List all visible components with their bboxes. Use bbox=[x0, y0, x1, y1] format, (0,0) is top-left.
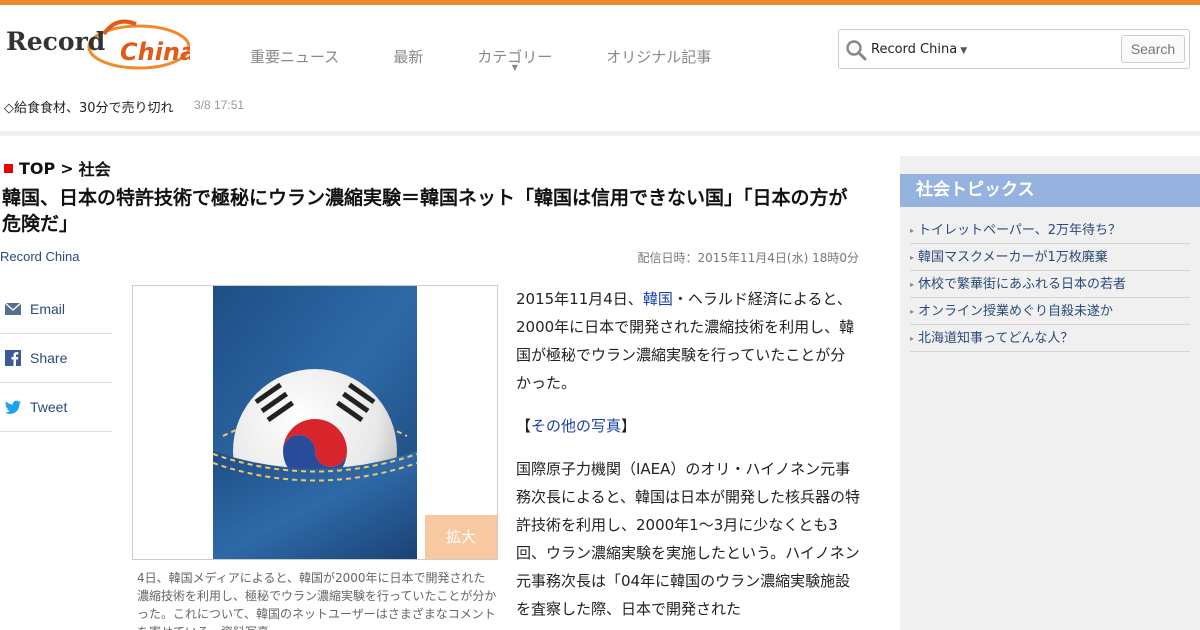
breadcrumb-current[interactable]: 社会 bbox=[79, 156, 111, 180]
topic-link[interactable]: 休校で繁華街にあふれる日本の若者 bbox=[910, 271, 1190, 298]
share-email-button[interactable]: Email bbox=[0, 285, 112, 334]
article-photo[interactable] bbox=[213, 286, 417, 559]
svg-text:China: China bbox=[120, 38, 190, 66]
topic-link[interactable]: 北海道知事ってどんな人？ bbox=[910, 325, 1190, 352]
search-button[interactable]: Search bbox=[1121, 35, 1185, 63]
ticker-time: 3/8 17:51 bbox=[194, 98, 245, 112]
share-facebook-button[interactable]: Share bbox=[0, 334, 112, 383]
photo-caption: 4日、韓国メディアによると、韓国が2000年に日本で開発された濃縮技術を利用し、… bbox=[137, 571, 497, 630]
article-paragraph: 2015年11月4日、韓国・ヘラルド経済によると、2000年に日本で開発された濃… bbox=[516, 290, 855, 392]
korea-link[interactable]: 韓国 bbox=[643, 290, 673, 308]
article-pubdate: 配信日時：2015年11月4日(水) 18時0分 bbox=[637, 251, 859, 265]
breadcrumb: TOP > 社会 bbox=[4, 156, 111, 180]
dropdown-arrow-icon: ▼ bbox=[960, 46, 968, 56]
article-source-link[interactable]: Record China bbox=[0, 249, 80, 264]
sidebar: 社会トピックス トイレットペーパー、2万年待ち？ 韓国マスクメーカーが1万枚廃棄… bbox=[900, 156, 1200, 630]
breadcrumb-separator: > bbox=[60, 158, 74, 178]
nav-item-latest[interactable]: 最新 bbox=[393, 46, 423, 67]
other-photos-link[interactable]: その他の写真 bbox=[531, 417, 621, 435]
nav-item-original-articles[interactable]: オリジナル記事 bbox=[606, 46, 711, 67]
search-icon bbox=[846, 40, 867, 61]
article-photo-frame: 拡大 bbox=[132, 285, 498, 560]
main-nav: 重要ニュース 最新 カテゴリー ▼ オリジナル記事 bbox=[250, 46, 765, 72]
search-scope-dropdown[interactable]: Record China ▼ bbox=[871, 42, 967, 57]
svg-text:Record: Record bbox=[6, 27, 105, 56]
nav-item-category[interactable]: カテゴリー ▼ bbox=[477, 46, 552, 72]
email-icon bbox=[4, 302, 22, 315]
topic-link[interactable]: オンライン授業めぐり自殺未遂か bbox=[910, 298, 1190, 325]
article-paragraph: 【その他の写真】 bbox=[516, 417, 637, 435]
search-box[interactable]: Record China ▼ Search bbox=[838, 29, 1190, 69]
sidebar-heading: 社会トピックス bbox=[900, 174, 1200, 207]
enlarge-button[interactable]: 拡大 bbox=[425, 515, 497, 559]
article-title: 韓国、日本の特許技術で極秘にウラン濃縮実験＝韓国ネット「韓国は信用できない国」「… bbox=[2, 187, 848, 235]
top-accent-bar bbox=[0, 0, 1200, 5]
topic-list: トイレットペーパー、2万年待ち？ 韓国マスクメーカーが1万枚廃棄 休校で繁華街に… bbox=[910, 217, 1190, 352]
share-twitter-button[interactable]: Tweet bbox=[0, 383, 112, 432]
nav-item-important-news[interactable]: 重要ニュース bbox=[250, 46, 339, 67]
square-bullet-icon bbox=[4, 163, 13, 173]
twitter-icon bbox=[5, 400, 21, 414]
topic-link[interactable]: トイレットペーパー、2万年待ち？ bbox=[910, 217, 1190, 244]
article-body: 2015年11月4日、韓国・ヘラルド経済によると、2000年に日本で開発された濃… bbox=[516, 285, 860, 630]
topic-link[interactable]: 韓国マスクメーカーが1万枚廃棄 bbox=[910, 244, 1190, 271]
news-ticker-link[interactable]: ◇給食食材、30分で売り切れ bbox=[4, 97, 174, 116]
divider bbox=[0, 131, 1200, 136]
share-buttons: Email Share Tweet bbox=[0, 285, 112, 432]
record-china-logo[interactable]: Record China bbox=[4, 14, 196, 72]
facebook-icon bbox=[5, 350, 21, 366]
article-paragraph: 国際原子力機関（IAEA）のオリ・ハイノネン元事務次長によると、韓国は日本が開発… bbox=[516, 460, 860, 618]
chevron-down-icon: ▼ bbox=[511, 63, 518, 72]
breadcrumb-top-link[interactable]: TOP bbox=[19, 159, 55, 178]
